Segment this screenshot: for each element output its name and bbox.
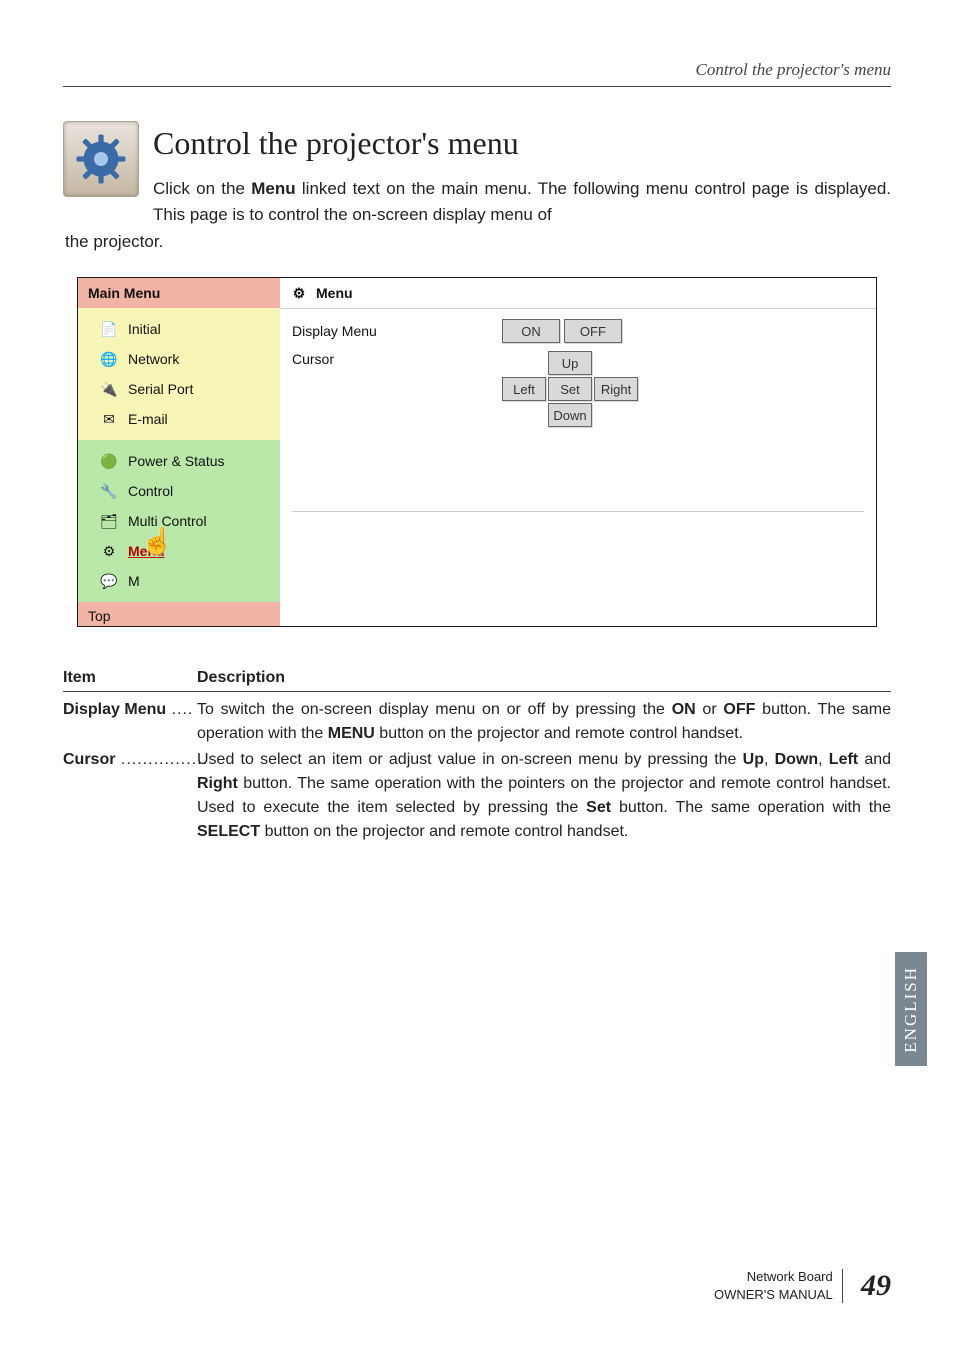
gear-icon: [63, 121, 139, 197]
content-header: ⚙ Menu: [280, 278, 876, 309]
sidebar-item-network[interactable]: 🌐 Network: [78, 344, 280, 374]
sidebar-item-last[interactable]: 💬 M: [78, 566, 280, 596]
last-icon: 💬: [100, 572, 118, 590]
desc-header-item: Item: [63, 669, 197, 687]
cursor-up-button[interactable]: Up: [548, 351, 592, 375]
sidebar-item-email[interactable]: ✉ E-mail: [78, 404, 280, 434]
network-icon: 🌐: [100, 350, 118, 368]
cursor-left-button[interactable]: Left: [502, 377, 546, 401]
sidebar-item-multi-control[interactable]: 🗂 Multi Control: [78, 506, 280, 536]
page-title: Control the projector's menu: [153, 125, 891, 162]
footer-line-1: Network Board: [747, 1269, 833, 1284]
menu-icon: ⚙: [100, 542, 118, 560]
language-tab: ENGLISH: [895, 952, 927, 1066]
desc-item: Display Menu: [63, 698, 197, 746]
cursor-right-button[interactable]: Right: [594, 377, 638, 401]
sidebar-item-serial-port[interactable]: 🔌 Serial Port: [78, 374, 280, 404]
desc-text: Used to select an item or adjust value i…: [197, 748, 891, 844]
page-footer: Network Board OWNER'S MANUAL 49: [714, 1266, 891, 1307]
desc-rule: [63, 691, 891, 692]
cursor-down-button[interactable]: Down: [548, 403, 592, 427]
desc-row: Display MenuTo switch the on-screen disp…: [63, 698, 891, 746]
control-icon: 🔧: [100, 482, 118, 500]
page-number: 49: [861, 1266, 891, 1307]
sidebar-item-power-status[interactable]: 🟢 Power & Status: [78, 446, 280, 476]
desc-item: Cursor: [63, 748, 197, 844]
display-menu-on-button[interactable]: ON: [502, 319, 560, 343]
cursor-set-button[interactable]: Set: [548, 377, 592, 401]
sidebar-item-control[interactable]: 🔧 Control: [78, 476, 280, 506]
desc-row: CursorUsed to select an item or adjust v…: [63, 748, 891, 844]
cursor-label: Cursor: [292, 351, 502, 367]
desc-header-description: Description: [197, 669, 285, 687]
serial-port-icon: 🔌: [100, 380, 118, 398]
footer-line-2: OWNER'S MANUAL: [714, 1287, 833, 1302]
display-menu-label: Display Menu: [292, 323, 502, 339]
header-rule: [63, 86, 891, 87]
intro-paragraph: Click on the Menu linked text on the mai…: [153, 176, 891, 255]
menu-header-icon: ⚙: [290, 284, 308, 302]
menu-control-screenshot: Main Menu 📄 Initial 🌐 Network 🔌 Serial P…: [77, 277, 877, 627]
sidebar-footer-top[interactable]: Top: [78, 602, 280, 627]
display-menu-off-button[interactable]: OFF: [564, 319, 622, 343]
initial-icon: 📄: [100, 320, 118, 338]
sidebar-item-initial[interactable]: 📄 Initial: [78, 314, 280, 344]
running-header: Control the projector's menu: [63, 60, 891, 80]
multi-control-icon: 🗂: [100, 512, 118, 530]
desc-text: To switch the on-screen display menu on …: [197, 698, 891, 746]
sidebar-item-menu[interactable]: ⚙ Menu: [78, 536, 280, 566]
power-status-icon: 🟢: [100, 452, 118, 470]
email-icon: ✉: [100, 410, 118, 428]
sidebar-header: Main Menu: [78, 278, 280, 308]
